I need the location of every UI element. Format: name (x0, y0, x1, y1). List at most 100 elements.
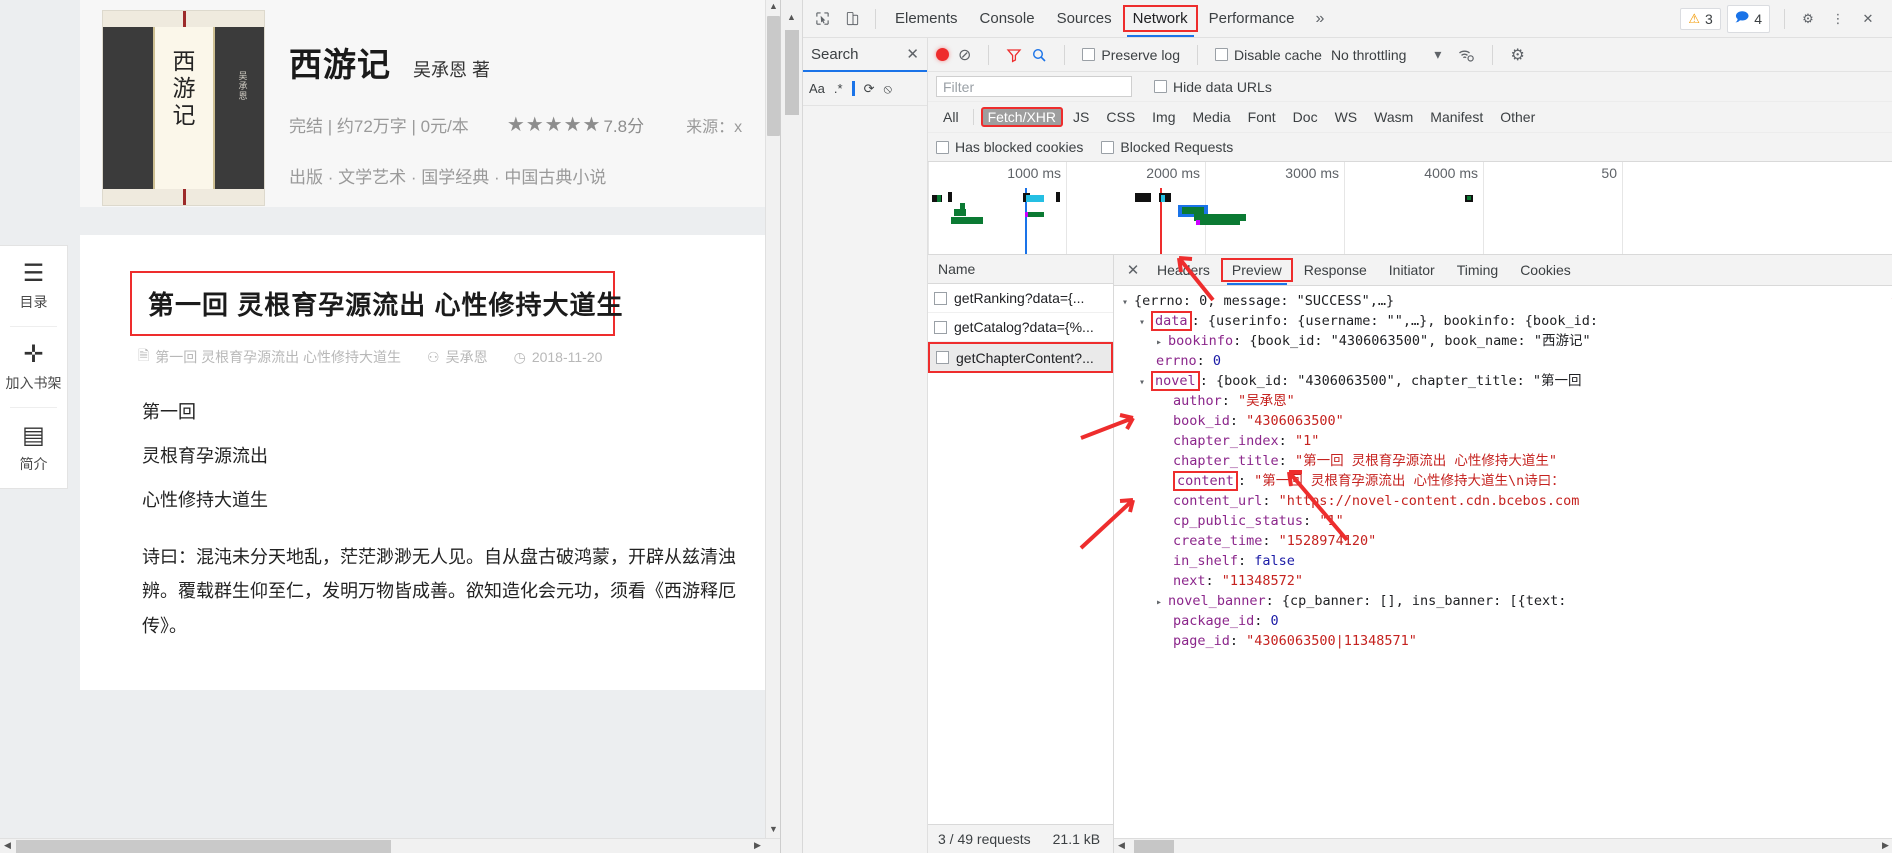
devtools-close-icon[interactable]: ✕ (1853, 5, 1883, 33)
json-line[interactable]: in_shelf: false (1122, 551, 1892, 571)
page-horizontal-scrollbar[interactable]: ◀ ▶ (0, 838, 780, 853)
type-chip-media[interactable]: Media (1186, 107, 1238, 127)
detail-hscroll-thumb[interactable] (1134, 840, 1174, 853)
splitter-thumb[interactable] (785, 30, 799, 115)
detail-close-icon[interactable]: ✕ (1120, 261, 1146, 279)
search-refresh-icon[interactable]: ⟳ (864, 81, 875, 97)
request-checkbox-icon[interactable] (934, 320, 947, 334)
toggle-device-toolbar-icon[interactable] (837, 5, 867, 33)
blocked-requests-checkbox[interactable]: Blocked Requests (1101, 139, 1233, 155)
tab-initiator[interactable]: Initiator (1378, 257, 1446, 283)
filter-input[interactable]: Filter (936, 76, 1132, 97)
inspect-element-icon[interactable] (807, 5, 837, 33)
requests-column-header[interactable]: Name (928, 255, 1113, 284)
tab-cookies[interactable]: Cookies (1509, 257, 1582, 283)
search-icon[interactable] (1031, 47, 1047, 63)
json-line[interactable]: content: "第一回 灵根育孕源流出 心性修持大道生\n诗曰： (1122, 471, 1892, 491)
tab-headers[interactable]: Headers (1146, 257, 1221, 283)
type-chip-css[interactable]: CSS (1099, 107, 1142, 127)
tab-console[interactable]: Console (969, 4, 1046, 33)
tab-response[interactable]: Response (1293, 257, 1378, 283)
has-blocked-cookies-checkbox[interactable]: Has blocked cookies (936, 139, 1083, 155)
search-panel-close-icon[interactable]: ✕ (906, 45, 919, 63)
preserve-log-checkbox[interactable]: Preserve log (1082, 47, 1180, 63)
type-chip-all[interactable]: All (936, 107, 966, 127)
request-checkbox-icon[interactable] (934, 291, 947, 305)
network-overview-timeline[interactable]: 1000 ms 2000 ms 3000 ms 4000 ms 50 (928, 162, 1892, 255)
json-line[interactable]: chapter_title: "第一回 灵根育孕源流出 心性修持大道生" (1122, 451, 1892, 471)
disclosure-expanded-icon[interactable]: ▾ (1122, 297, 1134, 308)
json-line[interactable]: errno: 0 (1122, 351, 1892, 371)
type-chip-doc[interactable]: Doc (1286, 107, 1325, 127)
scroll-down-icon[interactable]: ▼ (766, 823, 780, 838)
search-clear-icon[interactable]: ⦸ (883, 81, 891, 97)
json-line[interactable]: package_id: 0 (1122, 611, 1892, 631)
detail-scroll-right-icon[interactable]: ▶ (1878, 839, 1892, 853)
json-line[interactable]: ▸ novel_banner: {cp_banner: [], ins_bann… (1122, 591, 1892, 611)
match-case-icon[interactable]: Aa (809, 81, 825, 96)
disclosure-collapsed-icon[interactable]: ▸ (1156, 337, 1168, 348)
tab-performance[interactable]: Performance (1198, 4, 1306, 33)
disable-cache-checkbox[interactable]: Disable cache (1215, 47, 1322, 63)
disclosure-expanded-icon[interactable]: ▾ (1139, 377, 1151, 388)
type-chip-font[interactable]: Font (1241, 107, 1283, 127)
detail-horizontal-scrollbar[interactable]: ◀ ▶ (1114, 838, 1892, 853)
json-line[interactable]: ▾ {errno: 0, message: "SUCCESS",…} (1122, 291, 1892, 311)
tab-sources[interactable]: Sources (1046, 4, 1123, 33)
warnings-badge[interactable]: ⚠ 3 (1680, 7, 1721, 30)
scroll-left-icon[interactable]: ◀ (0, 839, 15, 853)
regex-icon[interactable]: .* (834, 81, 843, 96)
request-checkbox-icon[interactable] (936, 351, 949, 364)
record-button-icon[interactable] (936, 48, 949, 61)
disclosure-collapsed-icon[interactable]: ▸ (1156, 597, 1168, 608)
json-line[interactable]: book_id: "4306063500" (1122, 411, 1892, 431)
devtools-kebab-icon[interactable]: ⋮ (1823, 5, 1853, 33)
clear-requests-icon[interactable]: ⊘ (958, 45, 971, 65)
type-chip-manifest[interactable]: Manifest (1423, 107, 1490, 127)
page-vscroll-thumb[interactable] (767, 16, 780, 136)
page-vertical-scrollbar[interactable]: ▲ ▼ (765, 0, 780, 838)
json-line[interactable]: create_time: "1528974120" (1122, 531, 1892, 551)
json-preview-tree[interactable]: ▾ {errno: 0, message: "SUCCESS",…} ▾ data… (1114, 286, 1892, 838)
wifi-settings-icon[interactable] (1458, 47, 1475, 63)
json-line[interactable]: page_id: "4306063500|11348571" (1122, 631, 1892, 651)
type-chip-wasm[interactable]: Wasm (1367, 107, 1420, 127)
info-badge[interactable]: 🗩 4 (1726, 4, 1770, 33)
scroll-up-icon[interactable]: ▲ (766, 0, 780, 15)
page-hscroll-thumb[interactable] (16, 840, 391, 853)
sidebar-item-intro[interactable]: ▤ 简介 (0, 408, 67, 488)
type-chip-img[interactable]: Img (1145, 107, 1182, 127)
table-row-selected[interactable]: getChapterContent?... (928, 342, 1113, 373)
filter-icon[interactable] (1006, 47, 1022, 63)
scroll-right-icon[interactable]: ▶ (750, 839, 765, 853)
type-chip-other[interactable]: Other (1493, 107, 1542, 127)
tab-elements[interactable]: Elements (884, 4, 969, 33)
detail-scroll-left-icon[interactable]: ◀ (1114, 839, 1129, 853)
search-input-caret[interactable] (851, 81, 855, 96)
network-settings-gear-icon[interactable]: ⚙ (1510, 45, 1524, 65)
type-chip-ws[interactable]: WS (1328, 107, 1365, 127)
hide-data-urls-checkbox[interactable]: Hide data URLs (1154, 79, 1272, 95)
json-line[interactable]: ▾ novel: {book_id: "4306063500", chapter… (1122, 371, 1892, 391)
table-row[interactable]: getRanking?data={... (928, 284, 1113, 313)
json-line[interactable]: ▾ data: {userinfo: {username: "",…}, boo… (1122, 311, 1892, 331)
sidebar-item-catalog[interactable]: ☰ 目录 (0, 246, 67, 326)
json-line[interactable]: ▸ bookinfo: {book_id: "4306063500", book… (1122, 331, 1892, 351)
type-chip-js[interactable]: JS (1066, 107, 1096, 127)
more-tabs-icon[interactable]: » (1306, 4, 1335, 34)
json-line[interactable]: content_url: "https://novel-content.cdn.… (1122, 491, 1892, 511)
disclosure-expanded-icon[interactable]: ▾ (1139, 317, 1151, 328)
tab-preview[interactable]: Preview (1220, 258, 1293, 285)
sidebar-item-add-to-shelf[interactable]: ✛ 加入书架 (0, 327, 67, 407)
json-line[interactable]: chapter_index: "1" (1122, 431, 1892, 451)
throttling-select[interactable]: No throttling ▾ (1331, 46, 1442, 63)
type-chip-fetch-xhr[interactable]: Fetch/XHR (980, 107, 1064, 127)
settings-gear-icon[interactable]: ⚙ (1793, 5, 1823, 33)
json-line[interactable]: author: "吴承恩" (1122, 391, 1892, 411)
devtools-splitter[interactable]: ▲ (781, 0, 803, 853)
json-line[interactable]: next: "11348572" (1122, 571, 1892, 591)
table-row[interactable]: getCatalog?data={%... (928, 313, 1113, 342)
tab-timing[interactable]: Timing (1446, 257, 1510, 283)
tab-network[interactable]: Network (1122, 5, 1198, 37)
splitter-scroll-up-icon[interactable]: ▲ (781, 0, 802, 22)
